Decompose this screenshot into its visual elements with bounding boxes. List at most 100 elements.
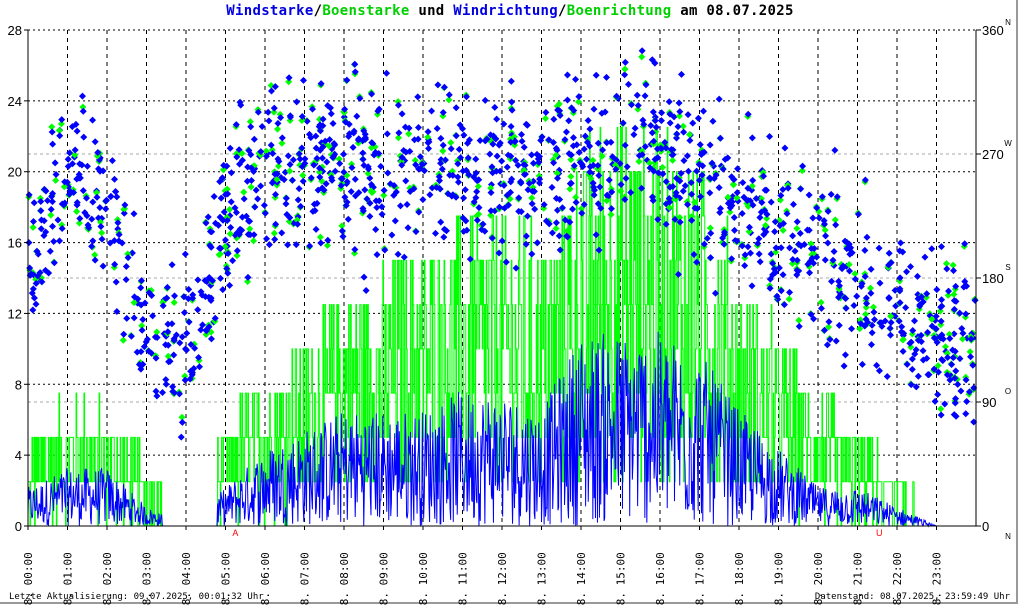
wind-direction-point <box>196 363 204 371</box>
wind-direction-point <box>29 218 37 226</box>
wind-direction-point <box>299 177 307 185</box>
wind-direction-point <box>162 376 170 384</box>
right-tick-label: 0 <box>982 519 989 534</box>
wind-direction-point <box>786 288 794 296</box>
wind-direction-point <box>440 83 448 91</box>
wind-direction-point <box>278 229 286 237</box>
wind-direction-point <box>500 120 508 128</box>
wind-direction-point <box>404 224 412 232</box>
wind-direction-point <box>809 214 817 222</box>
wind-direction-point <box>528 151 536 159</box>
left-tick-label: 16 <box>8 236 22 251</box>
wind-direction-point <box>741 262 749 270</box>
wind-direction-point <box>831 146 839 154</box>
wind-direction-point <box>400 253 408 261</box>
wind-direction-point <box>96 204 104 212</box>
right-tick-label: 90 <box>982 395 996 410</box>
wind-direction-point <box>447 145 455 153</box>
wind-direction-point <box>194 276 202 284</box>
wind-direction-point <box>914 372 922 380</box>
wind-direction-point <box>563 71 571 79</box>
wind-direction-point <box>595 172 603 180</box>
wind-direction-point <box>795 322 803 330</box>
wind-direction-point <box>260 201 268 209</box>
wind-direction-point <box>503 163 511 171</box>
wind-direction-point <box>641 92 649 100</box>
wind-direction-point <box>853 292 861 300</box>
wind-direction-point <box>908 365 916 373</box>
gust-direction-point <box>299 171 307 179</box>
wind-direction-point <box>755 250 763 258</box>
wind-direction-point <box>507 123 515 131</box>
wind-direction-point <box>756 213 764 221</box>
wind-direction-point <box>383 69 391 77</box>
wind-direction-point <box>602 73 610 81</box>
wind-direction-point <box>652 123 660 131</box>
wind-direction-point <box>78 92 86 100</box>
wind-direction-point <box>210 193 218 201</box>
wind-direction-point <box>498 237 506 245</box>
wind-direction-point <box>194 306 202 314</box>
wind-direction-point <box>120 330 128 338</box>
wind-direction-point <box>739 179 747 187</box>
wind-direction-point <box>771 228 779 236</box>
x-tick-label: 08. 18:00 <box>733 552 746 606</box>
wind-direction-point <box>607 205 615 213</box>
wind-direction-point <box>177 433 185 441</box>
wind-direction-point <box>168 320 176 328</box>
wind-direction-point <box>340 150 348 158</box>
wind-direction-point <box>254 195 262 203</box>
wind-direction-point <box>562 128 570 136</box>
gust-direction-point <box>73 207 81 215</box>
compass-label: S <box>1005 263 1010 272</box>
wind-direction-point <box>694 114 702 122</box>
wind-direction-point <box>827 190 835 198</box>
wind-direction-point <box>928 245 936 253</box>
gust-direction-point <box>686 131 694 139</box>
wind-direction-point <box>584 117 592 125</box>
wind-direction-point <box>278 134 286 142</box>
wind-direction-point <box>799 162 807 170</box>
wind-direction-point <box>806 269 814 277</box>
wind-direction-point <box>138 326 146 334</box>
wind-direction-point <box>130 210 138 218</box>
wind-direction-point <box>731 226 739 234</box>
wind-direction-point <box>137 284 145 292</box>
wind-direction-point <box>297 202 305 210</box>
wind-direction-point <box>566 180 574 188</box>
wind-direction-point <box>455 145 463 153</box>
wind-direction-point <box>373 251 381 259</box>
wind-direction-point <box>957 387 965 395</box>
wind-direction-point <box>830 248 838 256</box>
wind-direction-point <box>937 243 945 251</box>
gust-direction-point <box>447 139 455 147</box>
wind-direction-point <box>491 103 499 111</box>
wind-direction-point <box>885 249 893 257</box>
wind-direction-point <box>552 219 560 227</box>
wind-direction-point <box>285 74 293 82</box>
x-tick-label: 08. 13:00 <box>536 552 549 606</box>
wind-direction-point <box>734 165 742 173</box>
wind-direction-point <box>49 140 57 148</box>
wind-direction-point <box>227 169 235 177</box>
wind-direction-point <box>748 134 756 142</box>
wind-direction-point <box>502 258 510 266</box>
gust-direction-point <box>950 290 958 298</box>
x-tick-label: 08. 11:00 <box>457 552 470 606</box>
wind-direction-point <box>805 191 813 199</box>
right-tick-label: 360 <box>982 23 1004 38</box>
wind-direction-point <box>274 119 282 127</box>
wind-direction-point <box>875 244 883 252</box>
left-tick-label: 20 <box>8 165 22 180</box>
left-tick-label: 4 <box>15 448 22 463</box>
wind-direction-point <box>748 282 756 290</box>
wind-direction-point <box>569 205 577 213</box>
wind-direction-point <box>294 196 302 204</box>
wind-direction-point <box>113 308 121 315</box>
x-tick-label: 08. 07:00 <box>299 552 312 606</box>
wind-direction-point <box>317 239 325 247</box>
wind-direction-point <box>781 144 789 152</box>
wind-direction-point <box>229 257 237 265</box>
wind-direction-point <box>433 124 441 132</box>
wind-direction-point <box>181 376 189 384</box>
